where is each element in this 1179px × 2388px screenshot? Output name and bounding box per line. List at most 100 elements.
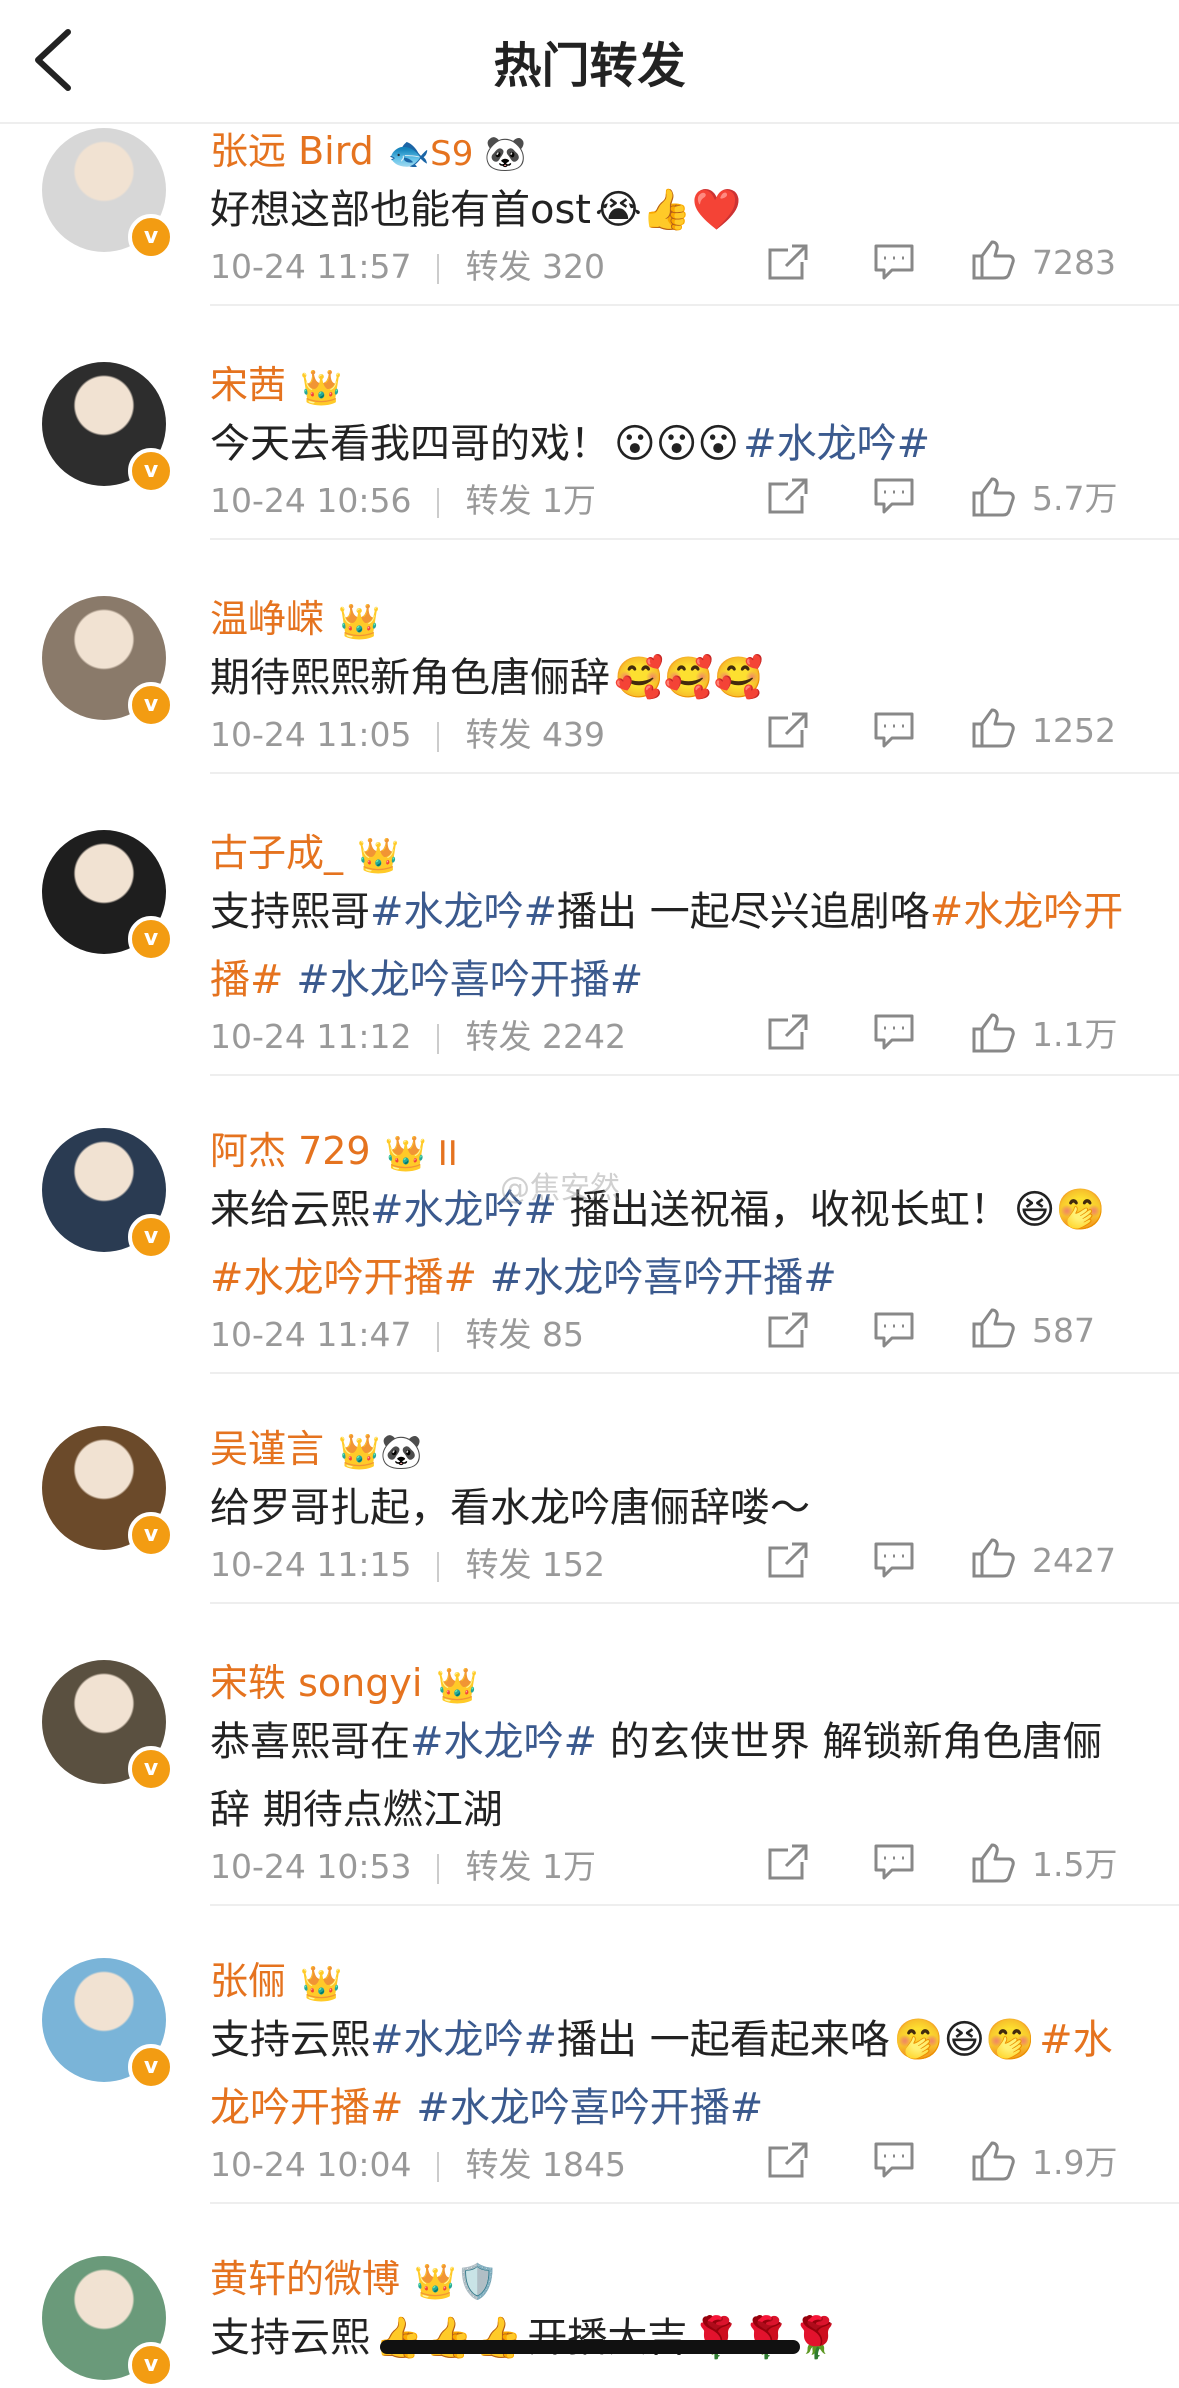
hashtag-link[interactable]: #水龙吟#	[370, 889, 557, 935]
repost-text: 来给云熙#水龙吟# 播出送祝福，收视长虹！ 😆🤭#水龙吟开播# #水龙吟喜吟开播#	[210, 1176, 1140, 1312]
comment-icon[interactable]	[872, 1012, 916, 1060]
like-button[interactable]: 1.1万	[970, 1008, 1117, 1063]
thumbs-up-icon	[970, 2139, 1018, 2191]
hashtag-link[interactable]: #水龙吟喜吟开播#	[416, 2085, 763, 2131]
comment-icon[interactable]	[872, 1540, 916, 1588]
like-button[interactable]: 1.5万	[970, 1838, 1117, 1893]
user-name-label: 宋轶 songyi	[210, 1661, 423, 1705]
emoji-icon: 😮😮😮	[614, 421, 740, 467]
share-icon[interactable]	[766, 1012, 810, 1060]
member-badge-icon: 👑🐼	[338, 1431, 423, 1472]
like-button[interactable]: 587	[970, 1306, 1095, 1358]
comment-icon[interactable]	[872, 242, 916, 290]
like-button[interactable]: 2427	[970, 1536, 1116, 1588]
text-segment: 给罗哥扎起，看水龙吟唐俪辞喽～	[210, 1485, 810, 1531]
share-icon[interactable]	[766, 1842, 810, 1890]
emoji-icon: 👍👍👍	[374, 2315, 524, 2361]
user-name-label: 阿杰 729	[210, 1129, 371, 1173]
comment-icon[interactable]	[872, 1842, 916, 1890]
timestamp: 10-24 10:56	[210, 481, 412, 520]
row-divider	[210, 1074, 1179, 1076]
user-name-label: 张远 Bird	[210, 129, 374, 173]
verified-badge-icon: v	[128, 448, 174, 494]
comment-icon[interactable]	[872, 710, 916, 758]
divider	[437, 721, 440, 752]
watermark: @焦安然	[500, 1171, 620, 1206]
user-name[interactable]: 吴谨言 👑🐼	[210, 1418, 423, 1473]
user-name-label: 黄轩的微博	[210, 2257, 401, 2301]
user-name[interactable]: 黄轩的微博 👑🛡️	[210, 2248, 499, 2303]
user-name[interactable]: 张俪 👑	[210, 1950, 342, 2005]
member-badge-icon: 🐟S9 🐼	[387, 133, 527, 174]
hashtag-link[interactable]: #水龙吟#	[410, 1719, 597, 1765]
like-button[interactable]: 1.9万	[970, 2136, 1117, 2191]
share-icon[interactable]	[766, 1310, 810, 1358]
emoji-icon: 🥰🥰🥰	[614, 655, 764, 701]
text-segment: 支持熙哥	[210, 889, 370, 935]
member-badge-icon: 👑	[338, 601, 381, 642]
thumbs-up-icon	[970, 238, 1018, 290]
user-name[interactable]: 阿杰 729 👑 II	[210, 1120, 458, 1175]
hashtag-link[interactable]: #水龙吟喜吟开播#	[296, 957, 643, 1003]
hashtag-link[interactable]: #水龙吟喜吟开播#	[490, 1255, 837, 1301]
text-segment: 支持云熙	[210, 2017, 370, 2063]
comment-icon[interactable]	[872, 2140, 916, 2188]
thumbs-up-icon	[970, 1306, 1018, 1358]
repost-meta: 10-24 11:15 转发 152	[210, 1538, 605, 1586]
share-icon[interactable]	[766, 476, 810, 524]
timestamp: 10-24 11:57	[210, 247, 412, 286]
page-title: 热门转发	[493, 38, 686, 94]
verified-badge-icon: v	[128, 2342, 174, 2388]
like-button[interactable]: 5.7万	[970, 472, 1117, 527]
share-icon[interactable]	[766, 710, 810, 758]
like-count: 587	[1032, 1310, 1095, 1350]
hashtag-link[interactable]: #水龙吟#	[370, 2017, 557, 2063]
hashtag-link[interactable]: #水龙吟#	[743, 421, 930, 467]
text-segment: 播出 一起尽兴追剧咯	[557, 889, 930, 935]
divider	[437, 1551, 440, 1582]
member-badge-icon: 👑	[357, 835, 400, 876]
timestamp: 10-24 11:47	[210, 1315, 412, 1354]
thumbs-up-icon	[970, 1841, 1018, 1893]
repost-text: 支持熙哥#水龙吟#播出 一起尽兴追剧咯#水龙吟开播# #水龙吟喜吟开播#	[210, 878, 1140, 1014]
emoji-icon: 😆🤭	[1013, 1187, 1106, 1233]
like-count: 1252	[1032, 710, 1116, 750]
divider	[437, 1321, 440, 1352]
row-divider	[210, 1602, 1179, 1604]
comment-icon[interactable]	[872, 476, 916, 524]
user-name[interactable]: 古子成_ 👑	[210, 822, 399, 877]
like-button[interactable]: 1252	[970, 706, 1116, 758]
text-segment: 来给云熙	[210, 1187, 370, 1233]
share-icon[interactable]	[766, 2140, 810, 2188]
like-count: 1.9万	[1032, 2143, 1118, 2182]
emoji-icon: 😭👍❤️	[595, 187, 742, 233]
user-name[interactable]: 温峥嵘 👑	[210, 588, 380, 643]
user-name[interactable]: 宋轶 songyi 👑	[210, 1652, 479, 1707]
text-segment: 好想这部也能有首ost	[210, 187, 591, 233]
home-indicator	[380, 2340, 800, 2354]
text-segment: 开播大吉	[527, 2315, 688, 2361]
like-button[interactable]: 7283	[970, 238, 1116, 290]
user-name-label: 张俪	[210, 1959, 287, 2003]
thumbs-up-icon	[970, 475, 1018, 527]
repost-text: 好想这部也能有首ost 😭👍❤️	[210, 176, 1140, 244]
timestamp: 10-24 11:12	[210, 1017, 412, 1056]
repost-count: 转发 1万	[465, 481, 596, 520]
user-name-label: 吴谨言	[210, 1427, 325, 1471]
repost-meta: 10-24 10:53 转发 1万	[210, 1840, 596, 1888]
share-icon[interactable]	[766, 242, 810, 290]
repost-text: 给罗哥扎起，看水龙吟唐俪辞喽～	[210, 1474, 1140, 1542]
member-badge-icon: 👑 II	[384, 1133, 458, 1174]
text-segment	[284, 957, 297, 1003]
user-name[interactable]: 张远 Bird 🐟S9 🐼	[210, 120, 527, 175]
verified-badge-icon: v	[128, 1512, 174, 1558]
share-icon[interactable]	[766, 1540, 810, 1588]
user-name[interactable]: 宋茜 👑	[210, 354, 342, 409]
like-count: 1.1万	[1032, 1015, 1118, 1054]
hashtag-link[interactable]: #水龙吟开播#	[210, 1255, 477, 1301]
text-segment: 播出 一起看起来咯	[557, 2017, 890, 2063]
repost-text: 期待熙熙新角色唐俪辞 🥰🥰🥰	[210, 644, 1140, 712]
row-divider	[210, 304, 1179, 306]
text-segment: 支持云熙	[210, 2315, 370, 2361]
comment-icon[interactable]	[872, 1310, 916, 1358]
